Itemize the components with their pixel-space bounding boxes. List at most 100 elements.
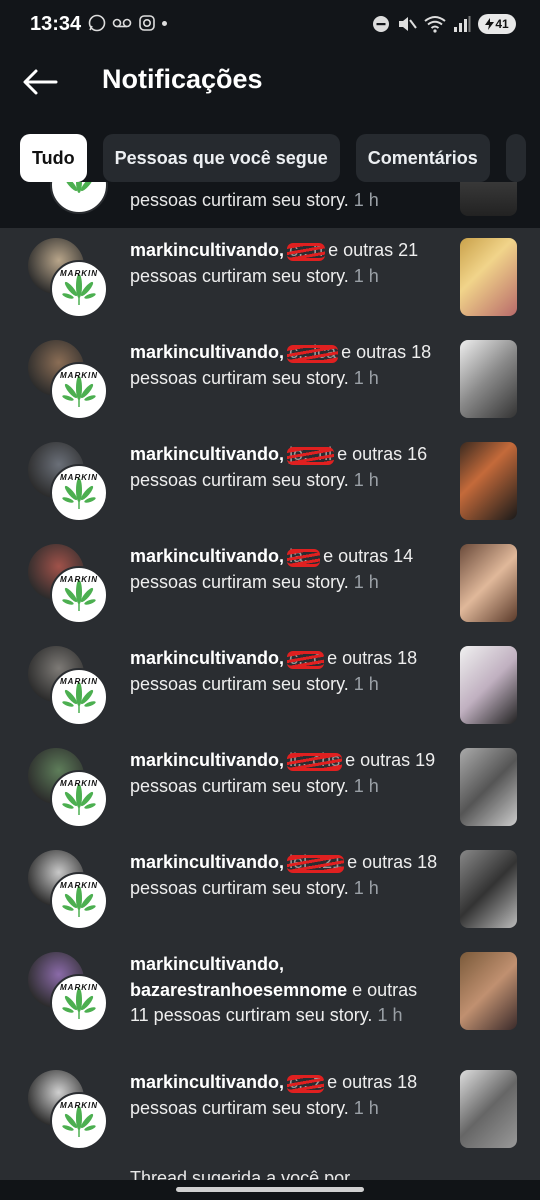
markin-label: MARKIN bbox=[60, 779, 98, 788]
notification-time: 1 h bbox=[377, 1005, 403, 1025]
redacted-username: ll...chs bbox=[287, 748, 343, 774]
username: markincultivando, bbox=[130, 1072, 285, 1092]
notification-partial-top[interactable]: pessoas curtiram seu story. 1 h bbox=[0, 182, 540, 228]
markin-avatar[interactable]: MARKIN bbox=[50, 1092, 108, 1150]
markin-label: MARKIN bbox=[60, 1101, 98, 1110]
status-time: 13:34 bbox=[30, 13, 82, 35]
leaf-icon bbox=[64, 182, 94, 193]
redacted-username: jo...ni bbox=[287, 442, 335, 468]
story-thumbnail[interactable] bbox=[460, 238, 517, 316]
markin-label: MARKIN bbox=[60, 983, 98, 992]
mute-icon bbox=[399, 17, 417, 31]
status-bar: 13:34 41 bbox=[0, 0, 540, 52]
notification-row[interactable]: MARKIN markincultivando, la... e outras 1… bbox=[0, 534, 540, 636]
story-thumbnail[interactable] bbox=[460, 952, 517, 1030]
notification-text: markincultivando, c...z e outras 18 pess… bbox=[130, 1070, 440, 1121]
markin-avatar[interactable]: MARKIN bbox=[50, 872, 108, 930]
markin-avatar[interactable]: MARKIN bbox=[50, 260, 108, 318]
home-indicator[interactable] bbox=[176, 1187, 364, 1192]
notification-text: markincultivando, jo...ni e outras 16 pe… bbox=[130, 442, 440, 493]
notification-time: 1 h bbox=[353, 1097, 379, 1118]
markin-label: MARKIN bbox=[60, 371, 98, 380]
markin-avatar[interactable]: MARKIN bbox=[50, 770, 108, 828]
page-title: Notificações bbox=[102, 64, 263, 94]
battery-level: 41 bbox=[495, 17, 509, 31]
notification-text: markincultivando, c...c e outras 18 pess… bbox=[130, 646, 440, 697]
filter-chip-more[interactable] bbox=[505, 134, 526, 182]
notification-text: markincultivando, lei...21 e outras 18 p… bbox=[130, 850, 440, 901]
filter-chips: Tudo Pessoas que você segue Comentários bbox=[20, 134, 526, 182]
story-thumbnail[interactable] bbox=[460, 748, 517, 826]
whatsapp-icon bbox=[88, 14, 106, 32]
notification-row[interactable]: MARKIN markincultivando, jo...ni e outras… bbox=[0, 432, 540, 534]
charging-icon bbox=[485, 18, 495, 30]
notification-text: markincultivando, bazarestranhoesemnome … bbox=[130, 952, 440, 1029]
username: markincultivando, bbox=[130, 342, 285, 362]
markin-label: MARKIN bbox=[60, 881, 98, 890]
markin-label: MARKIN bbox=[60, 575, 98, 584]
battery-indicator: 41 bbox=[478, 14, 516, 34]
story-thumbnail[interactable] bbox=[460, 442, 517, 520]
notification-row[interactable]: MARKIN markincultivando, c...c e outras 1… bbox=[0, 636, 540, 738]
story-thumbnail[interactable] bbox=[460, 544, 517, 622]
notification-row[interactable]: MARKIN markincultivando, bazarestranhoese… bbox=[0, 942, 540, 1060]
notification-time: 1 h bbox=[353, 673, 379, 694]
filter-chip-comentarios[interactable]: Comentários bbox=[355, 134, 490, 182]
notification-time: 1 h bbox=[353, 775, 379, 796]
redacted-username: la... bbox=[287, 544, 321, 570]
notification-row[interactable]: MARKIN markincultivando, ll...chs e outra… bbox=[0, 738, 540, 840]
notification-time: 1 h bbox=[353, 571, 379, 592]
redacted-username: lei...21 bbox=[287, 850, 345, 876]
username-2: bazarestranhoesemnome bbox=[130, 979, 348, 1000]
more-notifications-dot bbox=[162, 20, 167, 26]
markin-avatar[interactable]: MARKIN bbox=[50, 974, 108, 1032]
username: markincultivando, bbox=[130, 240, 285, 260]
username: markincultivando, bbox=[130, 546, 285, 566]
markin-avatar[interactable]: MARKIN bbox=[50, 362, 108, 420]
username: markincultivando, bbox=[130, 954, 285, 974]
signal-icon bbox=[454, 16, 471, 32]
story-thumbnail[interactable] bbox=[460, 646, 517, 724]
back-arrow-icon[interactable] bbox=[20, 66, 60, 98]
filter-chip-tudo[interactable]: Tudo bbox=[20, 134, 87, 182]
markin-avatar[interactable]: MARKIN bbox=[50, 668, 108, 726]
redacted-username: c...ica bbox=[287, 340, 339, 366]
notification-time: 1 h bbox=[353, 877, 379, 898]
dnd-icon bbox=[373, 16, 389, 32]
notification-list: MARKIN markincultivando, c...n e outras 2… bbox=[0, 228, 540, 1162]
username: markincultivando, bbox=[130, 444, 285, 464]
username: markincultivando, bbox=[130, 750, 285, 770]
filter-chip-pessoas[interactable]: Pessoas que você segue bbox=[102, 134, 340, 182]
markin-avatar[interactable]: MARKIN bbox=[50, 566, 108, 624]
username: markincultivando, bbox=[130, 648, 285, 668]
notification-text: markincultivando, c...n e outras 21 pess… bbox=[130, 238, 440, 289]
wifi-icon bbox=[424, 16, 446, 33]
status-left-icons bbox=[88, 14, 167, 32]
notification-text: markincultivando, c...ica e outras 18 pe… bbox=[130, 340, 440, 391]
header: Notificações bbox=[0, 52, 540, 112]
redacted-username: c...z bbox=[287, 1070, 325, 1096]
notification-time: 1 h bbox=[353, 367, 379, 388]
story-thumbnail[interactable] bbox=[460, 340, 517, 418]
redacted-username: c...c bbox=[287, 646, 325, 672]
markin-label: MARKIN bbox=[60, 473, 98, 482]
notification-time: 1 h bbox=[353, 265, 379, 286]
username: markincultivando, bbox=[130, 852, 285, 872]
notification-row[interactable]: MARKIN markincultivando, c...z e outras 1… bbox=[0, 1060, 540, 1162]
top-area: 13:34 41 Notificações Tudo Pessoas que v… bbox=[0, 0, 540, 228]
instagram-icon bbox=[139, 15, 155, 31]
markin-avatar[interactable]: MARKIN bbox=[50, 464, 108, 522]
markin-avatar bbox=[50, 182, 108, 214]
notification-row[interactable]: MARKIN markincultivando, c...ica e outras… bbox=[0, 330, 540, 432]
story-thumbnail[interactable] bbox=[460, 182, 517, 216]
story-thumbnail[interactable] bbox=[460, 850, 517, 928]
partial-top-text: pessoas curtiram seu story. 1 h bbox=[130, 190, 379, 210]
notification-time: 1 h bbox=[353, 469, 379, 490]
notification-row[interactable]: MARKIN markincultivando, c...n e outras 2… bbox=[0, 228, 540, 330]
story-thumbnail[interactable] bbox=[460, 1070, 517, 1148]
status-right-icons: 41 bbox=[372, 14, 516, 34]
notification-row[interactable]: MARKIN markincultivando, lei...21 e outra… bbox=[0, 840, 540, 942]
redacted-username: c...n bbox=[287, 238, 326, 264]
notification-text: markincultivando, ll...chs e outras 19 p… bbox=[130, 748, 440, 799]
notification-text: markincultivando, la... e outras 14 pess… bbox=[130, 544, 440, 595]
